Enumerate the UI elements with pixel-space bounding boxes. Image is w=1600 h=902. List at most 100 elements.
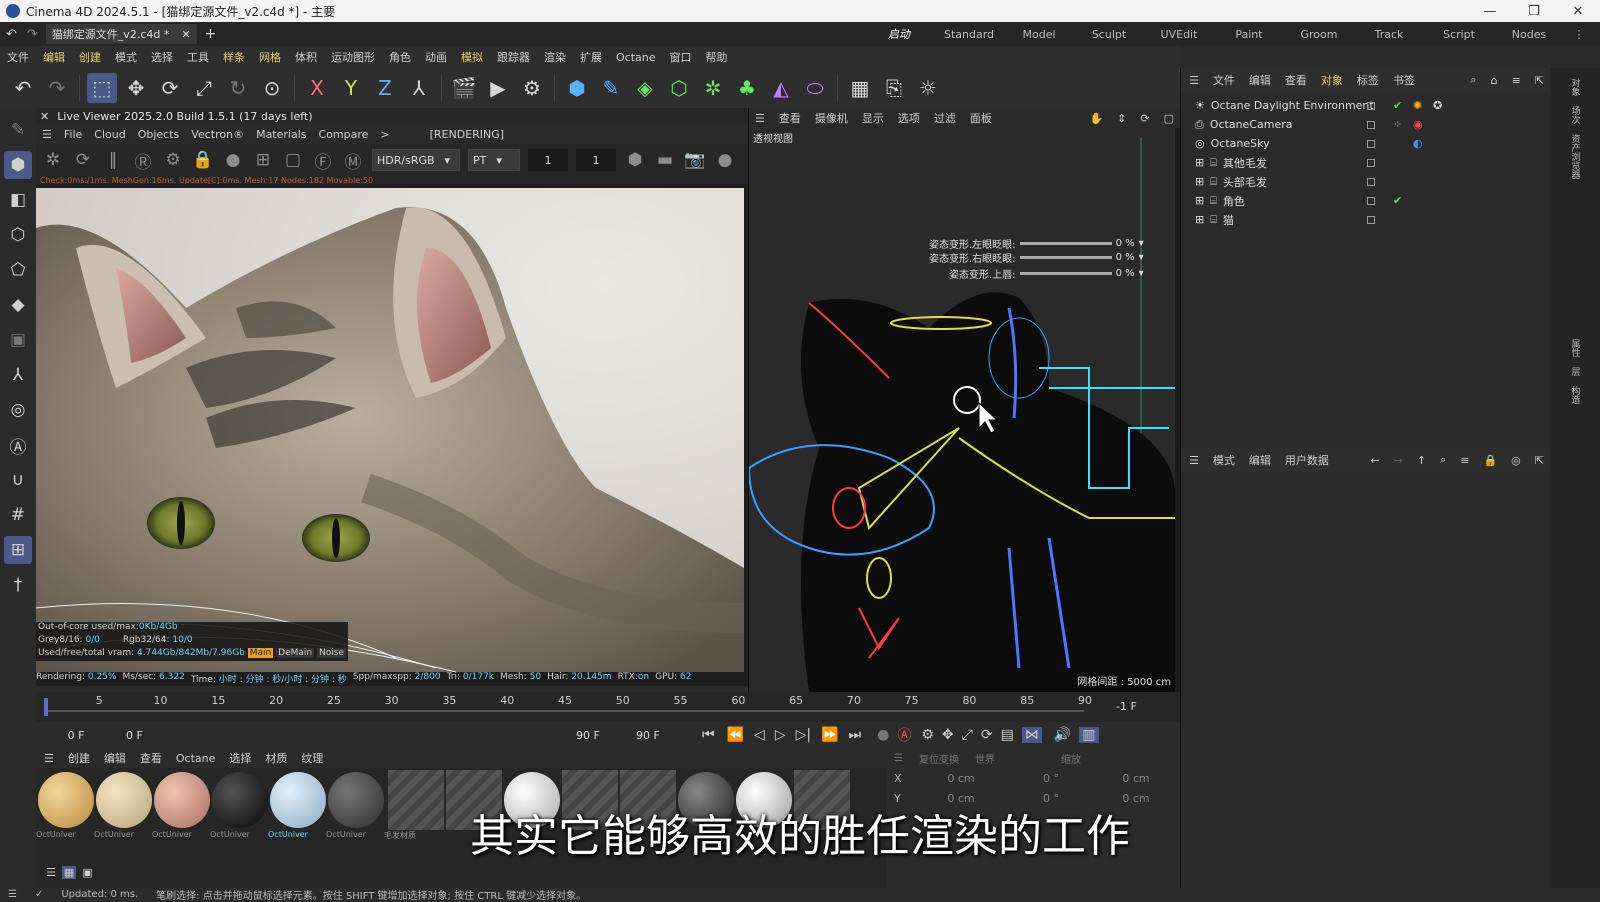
- key-param-icon[interactable]: ▤: [1001, 727, 1014, 743]
- sky-tag-icon[interactable]: ◐: [1413, 137, 1423, 150]
- object-row-camera[interactable]: ⎙ OctaneCamera ⁘ ◉: [1181, 115, 1550, 134]
- lv-menu-compare[interactable]: Compare: [319, 128, 369, 141]
- render-settings-icon[interactable]: ⚙: [517, 73, 547, 103]
- om-menu-tags[interactable]: 标签: [1357, 72, 1379, 88]
- film-icon[interactable]: ▬: [654, 149, 676, 171]
- vp-menu-view[interactable]: 查看: [779, 110, 801, 126]
- lv-menu-more[interactable]: >: [380, 128, 389, 141]
- key-scale-icon[interactable]: ⤢: [962, 727, 973, 743]
- x-axis-lock-button[interactable]: X: [302, 73, 332, 103]
- vp-menu-panel[interactable]: 面板: [970, 110, 992, 126]
- am-menu-edit[interactable]: 编辑: [1249, 452, 1271, 468]
- clay-mode-icon[interactable]: ●: [222, 149, 244, 171]
- menu-volume[interactable]: 体积: [288, 49, 324, 65]
- axis-mode-icon[interactable]: ⅄: [4, 361, 32, 389]
- enabled-check-icon[interactable]: ✔: [1393, 194, 1402, 207]
- cube-icon[interactable]: ⬢: [562, 73, 592, 103]
- pose-slider-upper-lip[interactable]: 姿态变形.上唇: 0 % ▾: [949, 266, 1144, 281]
- noise-pass-tag[interactable]: Noise: [316, 648, 346, 658]
- close-tab-icon[interactable]: ✕: [181, 28, 190, 41]
- size-mode-dropdown[interactable]: 缩放: [1061, 751, 1081, 766]
- points-mode-icon[interactable]: ⬡: [4, 221, 32, 249]
- main-pass-tag[interactable]: Main: [247, 648, 274, 658]
- expand-icon[interactable]: ⊞: [1195, 175, 1204, 188]
- om-menu-file[interactable]: 文件: [1213, 72, 1235, 88]
- add-tab-icon[interactable]: +: [197, 26, 225, 42]
- render-image[interactable]: [36, 188, 744, 672]
- vp-menu-options[interactable]: 选项: [898, 110, 920, 126]
- deformer-icon[interactable]: ◭: [766, 73, 796, 103]
- render-pass-field[interactable]: 1: [528, 149, 568, 171]
- menu-character[interactable]: 角色: [382, 49, 418, 65]
- preview-end-field[interactable]: 90 F: [576, 729, 636, 742]
- next-frame-icon[interactable]: ▷|: [796, 727, 811, 743]
- menu-octane[interactable]: Octane: [609, 51, 663, 64]
- menu-window[interactable]: 窗口: [663, 49, 699, 65]
- region-render-icon[interactable]: Ⓡ: [132, 149, 154, 173]
- am-menu-user-data[interactable]: 用户数据: [1285, 452, 1329, 468]
- tab-construction[interactable]: 构造: [1569, 386, 1582, 404]
- send-scene-icon[interactable]: ✲: [42, 149, 64, 171]
- mm-menu-octane[interactable]: Octane: [176, 752, 216, 765]
- hamburger-icon[interactable]: ☰: [755, 112, 765, 125]
- chevron-down-icon[interactable]: ▾: [1139, 268, 1144, 279]
- om-menu-edit[interactable]: 编辑: [1249, 72, 1271, 88]
- circle-icon[interactable]: ●: [714, 149, 736, 171]
- object-row-other-hair[interactable]: ⊞ ⌸ 其他毛发: [1181, 153, 1550, 172]
- cloner-icon[interactable]: ✲: [698, 73, 728, 103]
- workplane-icon[interactable]: #: [4, 501, 32, 529]
- render-layer-field[interactable]: 1: [576, 149, 616, 171]
- grid-snap-icon[interactable]: ⊞: [4, 536, 32, 564]
- key-pla-icon[interactable]: ⋈: [1021, 727, 1042, 743]
- menu-extensions[interactable]: 扩展: [573, 49, 609, 65]
- layout-sculpt[interactable]: Sculpt: [1074, 28, 1144, 41]
- grid-view-icon[interactable]: ▦: [61, 866, 77, 879]
- target-icon[interactable]: ◎: [1511, 454, 1521, 467]
- menu-mode[interactable]: 模式: [108, 49, 144, 65]
- environment-tag-icon[interactable]: ✪: [1433, 99, 1442, 112]
- camera-icon[interactable]: ⎘: [879, 73, 909, 103]
- viewport-canvas[interactable]: 透视视图 姿态变形.左眼眨眼: 0 % ▾ 姿态变形.右眼眨眼: 0 % ▾ 姿…: [749, 128, 1175, 692]
- popout-icon[interactable]: ⇱: [1535, 74, 1544, 87]
- mm-menu-texture[interactable]: 纹理: [301, 750, 323, 766]
- pause-render-icon[interactable]: ‖: [102, 149, 124, 171]
- timeline-ruler[interactable]: 5 10 15 20 25 30 35 40 45 50 55 60 65 70 75 80 85 90 -1 F: [36, 692, 1180, 722]
- hamburger-icon[interactable]: ☰: [42, 128, 52, 141]
- tab-takes[interactable]: 场次: [1569, 106, 1582, 124]
- timeline-graph-icon[interactable]: ▥: [1079, 727, 1099, 743]
- hamburger-icon[interactable]: ☰: [1189, 74, 1199, 87]
- previous-key-icon[interactable]: ⏪: [727, 727, 744, 743]
- color-mode-dropdown[interactable]: HDR/sRGB ▾: [372, 149, 460, 171]
- menu-render[interactable]: 渲染: [537, 49, 573, 65]
- current-frame-field[interactable]: -1 F: [1116, 700, 1137, 713]
- hamburger-icon[interactable]: ☰: [1189, 454, 1199, 467]
- expand-icon[interactable]: ⊞: [1195, 213, 1204, 226]
- menu-mesh[interactable]: 网格: [252, 49, 288, 65]
- go-to-start-icon[interactable]: ⏮: [702, 727, 715, 743]
- undo-nav-icon[interactable]: ↶: [0, 27, 23, 42]
- om-menu-view[interactable]: 查看: [1285, 72, 1307, 88]
- layout-nodes[interactable]: Nodes: [1494, 28, 1564, 41]
- tab-objects[interactable]: 对象: [1569, 78, 1582, 96]
- visibility-toggle[interactable]: [1367, 196, 1375, 205]
- timeline-track[interactable]: [44, 710, 1084, 712]
- layout-paint[interactable]: Paint: [1214, 28, 1284, 41]
- redo-icon[interactable]: ↷: [42, 73, 72, 103]
- popout-icon[interactable]: ⇱: [1535, 454, 1544, 467]
- undo-icon[interactable]: ↶: [8, 73, 38, 103]
- am-menu-mode[interactable]: 模式: [1213, 452, 1235, 468]
- tab-asset-browser[interactable]: 资产浏览器: [1569, 134, 1582, 179]
- close-icon[interactable]: ✕: [1556, 4, 1600, 19]
- om-menu-object[interactable]: 对象: [1321, 72, 1343, 88]
- lock-resolution-icon[interactable]: 🔒: [192, 149, 214, 171]
- edges-mode-icon[interactable]: ⬠: [4, 256, 32, 284]
- more-layouts-icon[interactable]: ⋮: [1564, 28, 1594, 41]
- menu-file[interactable]: 文件: [0, 49, 36, 65]
- mm-menu-create[interactable]: 创建: [68, 750, 90, 766]
- mm-menu-view[interactable]: 查看: [140, 750, 162, 766]
- back-arrow-icon[interactable]: ←: [1370, 454, 1379, 467]
- snap-icon[interactable]: Ⓐ: [4, 431, 32, 459]
- pose-slider-right-blink[interactable]: 姿态变形.右眼眨眼: 0 % ▾: [929, 250, 1144, 265]
- texture-mode-icon[interactable]: ◧: [4, 186, 32, 214]
- end-frame-field[interactable]: 90 F: [636, 729, 696, 742]
